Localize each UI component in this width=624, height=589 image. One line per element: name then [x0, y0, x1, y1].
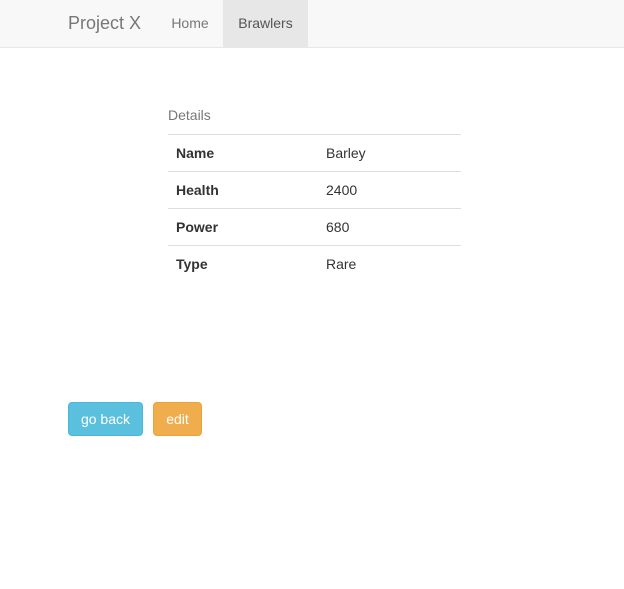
nav-link-home[interactable]: Home [156, 0, 224, 48]
table-row: Type Rare [168, 245, 461, 282]
row-key: Health [168, 171, 318, 209]
row-value: Rare [318, 245, 461, 282]
row-value: 680 [318, 208, 461, 246]
table-row: Power 680 [168, 208, 461, 246]
details-table: Name Barley Health 2400 Power 680 Type R… [168, 134, 461, 282]
top-navbar: Project X Home Brawlers [0, 0, 624, 48]
row-key: Power [168, 208, 318, 246]
row-value: 2400 [318, 171, 461, 209]
edit-button[interactable]: edit [153, 402, 202, 436]
table-row: Health 2400 [168, 171, 461, 209]
details-caption: Details [168, 107, 211, 123]
go-back-button[interactable]: go back [68, 402, 143, 436]
row-key: Type [168, 245, 318, 282]
brand-link[interactable]: Project X [68, 0, 141, 48]
nav-link-brawlers[interactable]: Brawlers [223, 0, 308, 48]
table-row: Name Barley [168, 134, 461, 172]
row-key: Name [168, 134, 318, 172]
row-value: Barley [318, 134, 461, 172]
